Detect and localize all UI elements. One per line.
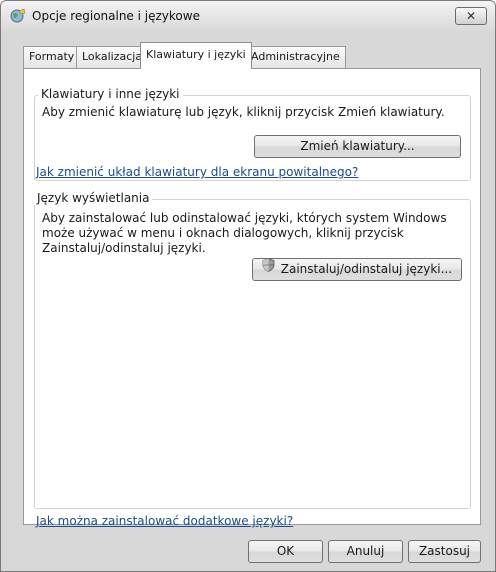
tab-label: Formaty — [29, 50, 75, 63]
ok-label: OK — [276, 544, 295, 558]
tab-label: Klawiatury i języki — [146, 48, 246, 61]
tab-panel-keyboards-and-languages: Klawiatury i inne języki Aby zmienić kla… — [23, 68, 481, 528]
display-language-description-line: może używać w menu i oknach dialogowych,… — [42, 226, 404, 240]
display-language-group-title: Język wyświetlania — [34, 191, 153, 205]
keyboards-group-title: Klawiatury i inne języki — [38, 87, 183, 101]
tab-formats[interactable]: Formaty — [23, 46, 81, 68]
display-language-description-line: Aby zainstalować lub odinstalować języki… — [42, 211, 447, 225]
close-button[interactable]: ✕ — [455, 7, 487, 25]
apply-label: Zastosuj — [418, 544, 471, 558]
tab-label: Lokalizacja — [82, 50, 143, 63]
dialog-window: Opcje regionalne i językowe ✕ Formaty Lo… — [0, 0, 496, 572]
display-language-description-line: Zainstaluj/odinstaluj języki. — [42, 241, 206, 255]
cancel-label: Anuluj — [346, 544, 385, 558]
change-keyboards-label: Zmień klawiatury... — [300, 139, 415, 153]
globe-icon — [9, 8, 27, 24]
window-title: Opcje regionalne i językowe — [32, 9, 200, 23]
tab-label: Administracyjne — [251, 50, 340, 63]
title-bar[interactable]: Opcje regionalne i językowe ✕ — [1, 1, 495, 31]
cancel-button[interactable]: Anuluj — [328, 540, 403, 563]
keyboards-description: Aby zmienić klawiaturę lub język, klikni… — [42, 105, 445, 119]
tab-administrative[interactable]: Administracyjne — [245, 46, 346, 68]
apply-button[interactable]: Zastosuj — [408, 540, 481, 563]
install-uninstall-languages-label: Zainstaluj/odinstaluj języki... — [280, 262, 453, 276]
welcome-screen-keyboard-link[interactable]: Jak zmienić układ klawiatury dla ekranu … — [36, 165, 358, 179]
close-icon: ✕ — [465, 9, 477, 23]
tab-location[interactable]: Lokalizacja — [76, 46, 149, 68]
change-keyboards-button[interactable]: Zmień klawiatury... — [254, 135, 461, 158]
install-uninstall-languages-button[interactable]: Zainstaluj/odinstaluj języki... — [252, 257, 462, 281]
install-additional-languages-link[interactable]: Jak można zainstalować dodatkowe języki? — [36, 514, 293, 528]
tab-keyboards-and-languages[interactable]: Klawiatury i języki — [140, 42, 252, 69]
uac-shield-icon — [262, 257, 275, 279]
ok-button[interactable]: OK — [248, 540, 323, 563]
